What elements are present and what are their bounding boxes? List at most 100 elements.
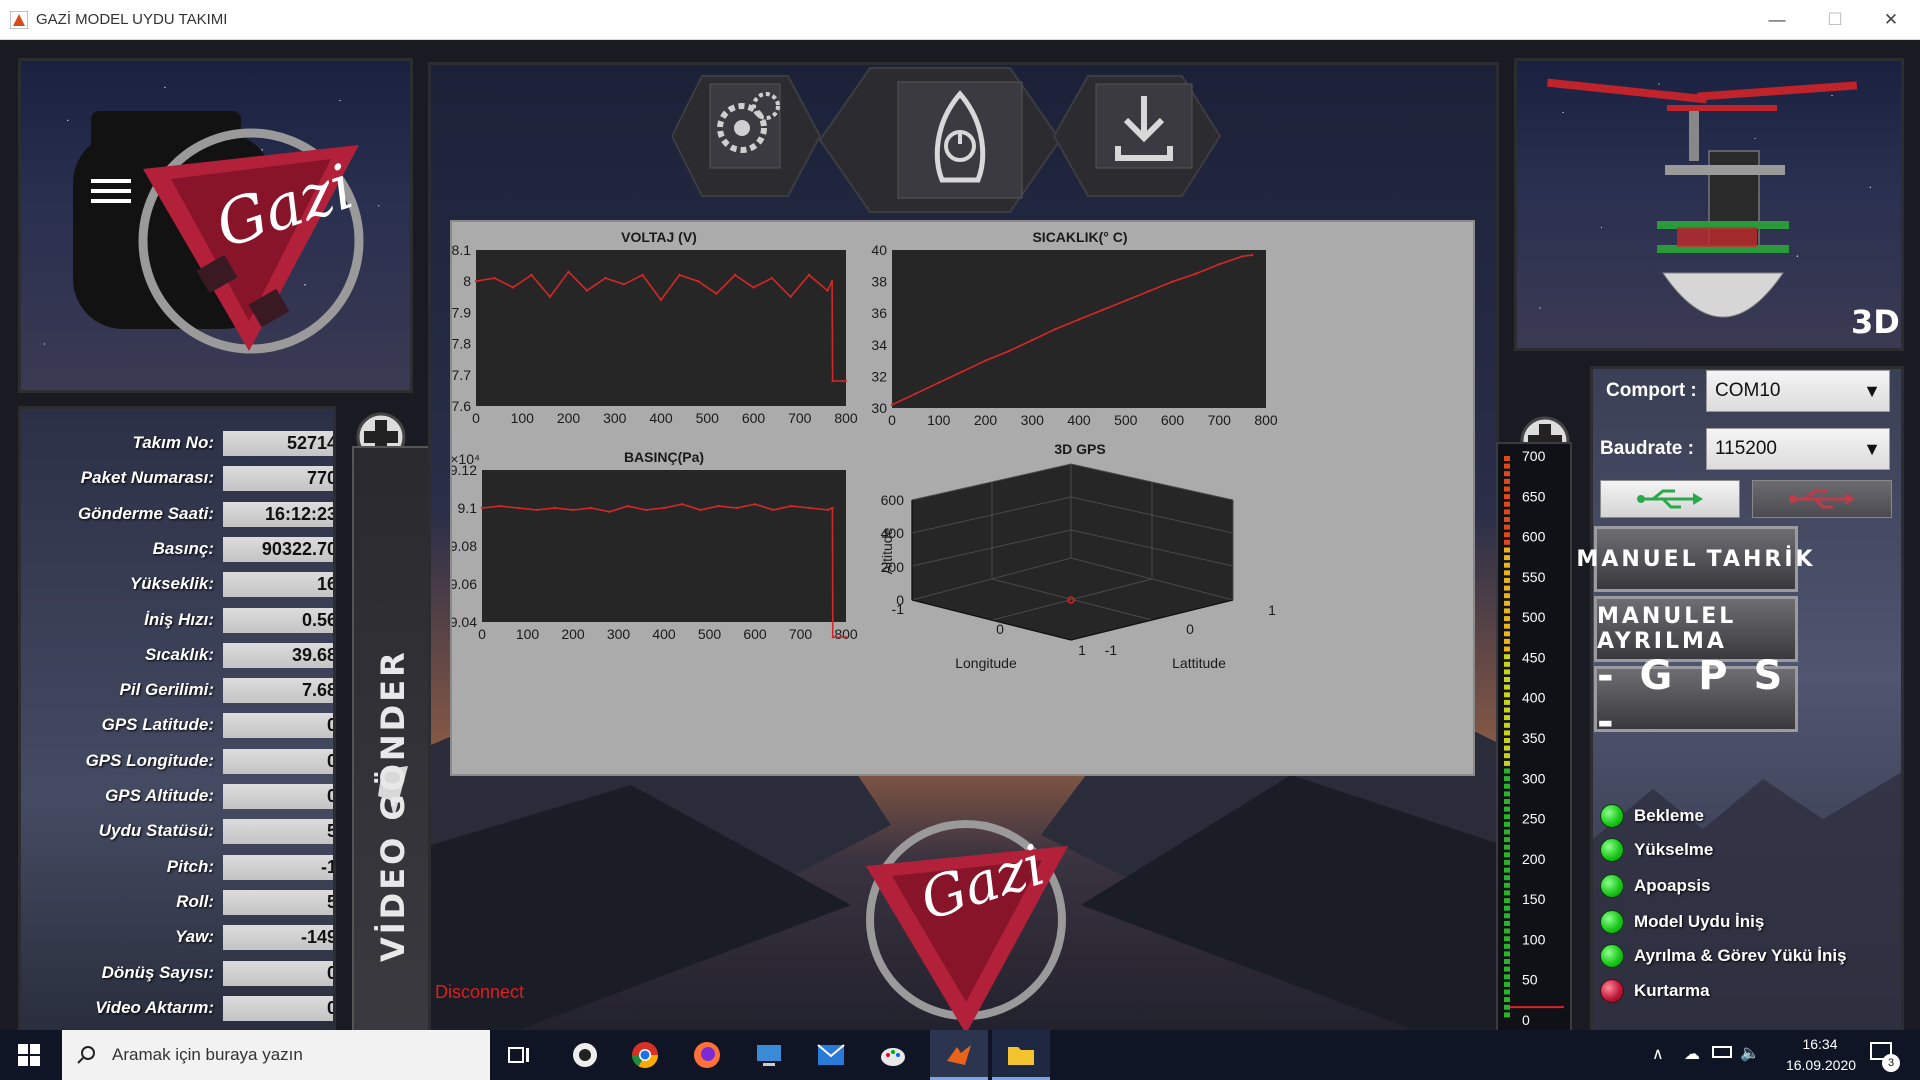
gauge-segment — [1504, 890, 1510, 896]
status-item: Kurtarma — [1600, 977, 1710, 1005]
plot-area — [892, 250, 1266, 408]
clock-time[interactable]: 16:34 — [1790, 1036, 1850, 1052]
gauge-segment — [1504, 844, 1510, 850]
telemetry-label: Gönderme Saati: — [77, 504, 214, 523]
tray-chevron-icon[interactable]: ∧ — [1652, 1044, 1664, 1064]
telemetry-value: 7.68 — [223, 678, 333, 703]
status-label: Model Uydu İniş — [1634, 912, 1765, 931]
x-tick-label: 500 — [1114, 412, 1138, 428]
data-point — [641, 273, 644, 277]
manual-drive-button[interactable]: MANUEL TAHRİK — [1576, 526, 1813, 592]
status-led-green-icon — [1600, 944, 1624, 968]
gauge-segment — [1504, 692, 1510, 698]
data-point — [844, 636, 848, 639]
x-tick-label: 400 — [1067, 412, 1091, 428]
data-point — [493, 276, 496, 280]
data-point — [1031, 338, 1034, 342]
volume-icon[interactable]: 🔈 — [1740, 1043, 1760, 1063]
disconnect-link[interactable]: Disconnect — [435, 982, 524, 1003]
gauge-tick-label: 550 — [1522, 569, 1546, 585]
gauge-tick-label: 200 — [1522, 851, 1546, 867]
data-point — [699, 508, 702, 512]
gauge-segment — [1504, 646, 1510, 652]
status-led-green-icon — [1600, 838, 1624, 862]
gauge-segment — [1504, 486, 1510, 492]
settings-button[interactable] — [672, 75, 822, 197]
data-point — [1147, 289, 1151, 293]
task-view-icon[interactable] — [500, 1036, 538, 1074]
minimize-button[interactable]: — — [1748, 0, 1806, 40]
x-tick-label: 400 — [649, 410, 673, 426]
axis-tick-label: 0 — [1186, 621, 1194, 637]
x-tick-label: 700 — [1208, 412, 1232, 428]
x-tick-label: 600 — [742, 410, 766, 426]
data-point — [474, 280, 478, 283]
pc-icon[interactable] — [750, 1036, 788, 1074]
data-point — [831, 506, 834, 510]
gauge-segment — [1504, 943, 1510, 949]
chart-title: BASINÇ(Pa) — [624, 449, 704, 465]
maximize-button[interactable]: ☐ — [1806, 0, 1864, 40]
telemetry-value: 0 — [223, 749, 333, 774]
y-tick-label: 38 — [871, 274, 887, 290]
y-tick-label: 7.9 — [452, 304, 471, 320]
comport-select[interactable]: COM10 ▼ — [1706, 370, 1890, 412]
taskbar-search[interactable]: Aramak için buraya yazın — [62, 1030, 490, 1080]
gauge-segment — [1504, 517, 1510, 522]
y-tick-label: 9.1 — [458, 500, 478, 516]
gauge-segment — [1504, 638, 1510, 644]
data-point — [831, 379, 834, 383]
gauge-segment — [1504, 814, 1510, 820]
baudrate-select[interactable]: 115200 ▼ — [1706, 428, 1890, 470]
status-item: Yükselme — [1600, 836, 1713, 864]
download-button[interactable] — [1052, 75, 1222, 197]
data-point — [1218, 263, 1221, 266]
gauge-segment — [1504, 974, 1510, 980]
data-point — [608, 510, 611, 513]
usb-connect-button[interactable] — [1600, 480, 1740, 518]
clock-date[interactable]: 16.09.2020 — [1776, 1057, 1866, 1073]
y-tick-label: 9.06 — [452, 576, 477, 592]
battery-icon[interactable] — [1712, 1046, 1732, 1058]
telemetry-label: GPS Latitude: — [101, 715, 214, 734]
gauge-segment — [1504, 852, 1510, 858]
gauge-segment — [1504, 829, 1510, 835]
video-send-button[interactable]: VİDEO GÖNDER — [352, 446, 430, 1060]
gauge-segment — [1504, 501, 1510, 507]
gauge-segment — [1504, 456, 1510, 461]
data-point — [770, 276, 774, 280]
telemetry-label: Sıcaklık: — [145, 645, 214, 664]
data-point — [681, 503, 684, 506]
folder-icon[interactable] — [1002, 1036, 1040, 1074]
gps-button[interactable]: - G P S - — [1594, 653, 1798, 745]
chrome-icon[interactable] — [626, 1036, 664, 1074]
data-point — [662, 506, 666, 510]
telemetry-label: Paket Numarası: — [80, 468, 214, 487]
data-point — [499, 504, 502, 508]
gazi-logo: Gazi — [73, 111, 364, 354]
network-icon[interactable]: ☁ — [1684, 1044, 1700, 1064]
gauge-segment — [1504, 936, 1510, 942]
launch-button[interactable] — [818, 67, 1062, 213]
bottom-gazi-logo: Gazi — [866, 820, 1068, 1034]
gauge-tick-label: 650 — [1522, 488, 1546, 504]
dropdown-arrow-icon: ▼ — [1863, 439, 1881, 459]
matlab-icon[interactable] — [940, 1036, 978, 1074]
telemetry-value: 39.68 — [223, 643, 333, 668]
data-point — [1194, 272, 1198, 275]
usb-disconnect-button[interactable] — [1752, 480, 1892, 518]
x-tick-label: 700 — [788, 410, 812, 426]
firefox-icon[interactable] — [688, 1036, 726, 1074]
mail-icon[interactable] — [812, 1036, 850, 1074]
altitude-gauge: 700 650 600 550 500 450 400 350 300 250 200 150 100 5… — [1496, 442, 1572, 1056]
windows-start-icon[interactable] — [18, 1044, 40, 1066]
obs-icon[interactable] — [566, 1036, 604, 1074]
model-3d-panel[interactable]: 3D — [1514, 58, 1904, 351]
data-point — [548, 295, 552, 298]
telemetry-value: 0 — [223, 996, 333, 1021]
paint-icon[interactable] — [874, 1036, 912, 1074]
close-button[interactable]: ✕ — [1862, 0, 1920, 40]
gauge-tick-label: 100 — [1522, 931, 1546, 947]
gauge-segment — [1504, 532, 1510, 538]
data-point — [696, 280, 700, 283]
